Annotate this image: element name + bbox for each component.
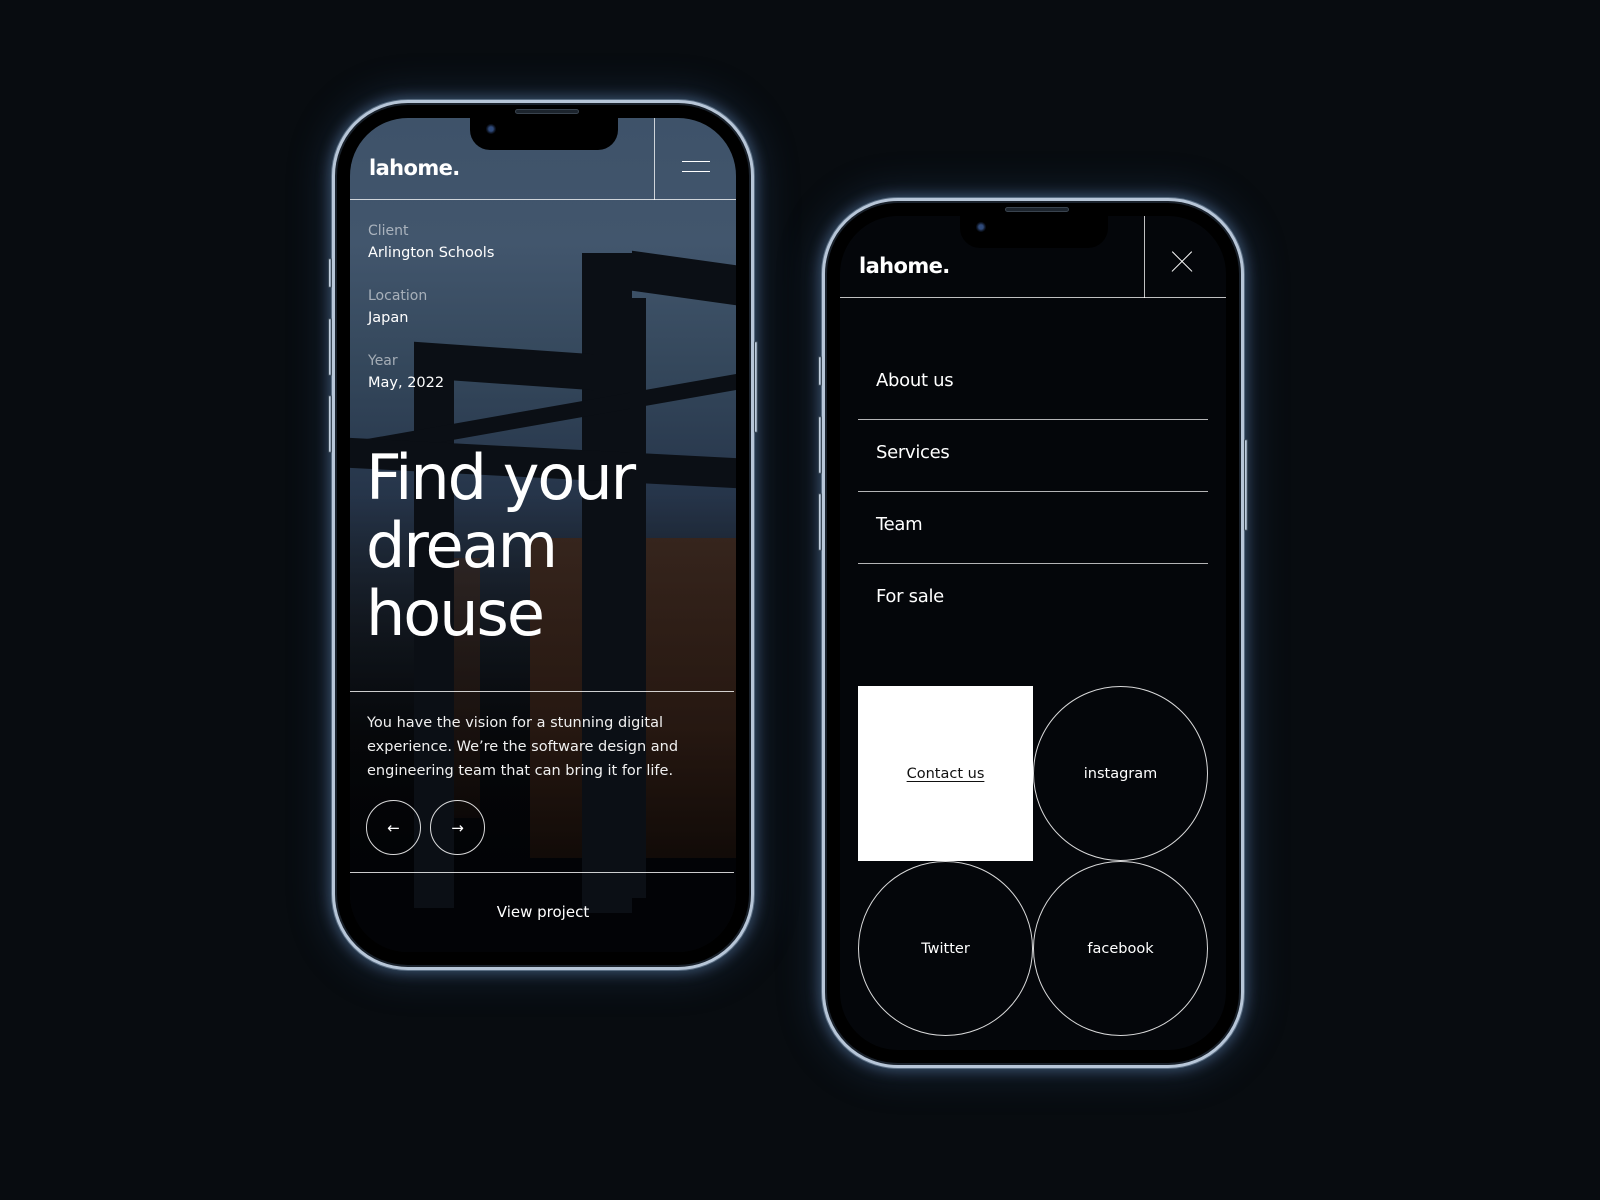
- meta-value: Japan: [368, 310, 409, 326]
- arrow-right-icon: →: [451, 818, 464, 837]
- arrow-left-icon: ←: [387, 818, 400, 837]
- phone-notch: [960, 216, 1108, 248]
- header-divider: [654, 118, 655, 200]
- phone-volume-down-button: [818, 493, 822, 551]
- meta-label: Location: [368, 288, 428, 304]
- hamburger-menu-icon[interactable]: [668, 158, 732, 178]
- meta-location: Location Japan: [368, 288, 427, 326]
- meta-label: Year: [368, 353, 398, 369]
- instagram-link[interactable]: instagram: [1033, 686, 1208, 861]
- nav-item-team[interactable]: Team: [858, 492, 1208, 564]
- section-divider: [350, 872, 734, 873]
- twitter-label: Twitter: [921, 940, 970, 957]
- meta-client: Client Arlington Schools: [368, 223, 494, 261]
- contact-us-button[interactable]: Contact us: [858, 686, 1033, 861]
- meta-label: Client: [368, 223, 409, 239]
- view-project-link[interactable]: View project: [350, 903, 736, 921]
- nav-item-services[interactable]: Services: [858, 420, 1208, 492]
- main-nav: About us Services Team For sale: [858, 348, 1208, 636]
- screen: lahome. Client Arlington Schools Locatio…: [350, 118, 736, 952]
- contact-us-label: Contact us: [906, 765, 985, 782]
- meta-value: Arlington Schools: [368, 245, 495, 261]
- hero-beam: [632, 250, 736, 306]
- phone-volume-up-button: [328, 318, 332, 376]
- twitter-link[interactable]: Twitter: [858, 861, 1033, 1036]
- section-divider: [350, 691, 734, 692]
- next-slide-button[interactable]: →: [430, 800, 485, 855]
- phone-volume-down-button: [328, 395, 332, 453]
- phone-speaker: [1005, 207, 1069, 212]
- phone-menu-screen: lahome. About us Services Team For sale …: [818, 198, 1248, 1068]
- nav-item-about-us[interactable]: About us: [858, 348, 1208, 420]
- instagram-label: instagram: [1083, 765, 1158, 782]
- contact-social-grid: Contact us instagram Twitter facebook: [858, 686, 1208, 1036]
- hero-description: You have the vision for a stunning digit…: [367, 715, 679, 779]
- meta-value: May, 2022: [368, 375, 445, 391]
- brand-logo[interactable]: lahome.: [859, 254, 950, 278]
- front-camera: [486, 124, 496, 134]
- phone-silent-switch: [328, 258, 332, 288]
- meta-year: Year May, 2022: [368, 353, 444, 391]
- phone-power-button: [754, 341, 758, 433]
- close-icon[interactable]: [1170, 250, 1194, 274]
- phone-speaker: [515, 109, 579, 114]
- nav-item-label: Team: [876, 514, 923, 535]
- headline-line: house: [366, 577, 545, 650]
- header-divider: [1144, 216, 1145, 298]
- phone-project-screen: lahome. Client Arlington Schools Locatio…: [328, 100, 758, 970]
- hero-headline: Find your dream house: [366, 441, 636, 650]
- facebook-label: facebook: [1087, 940, 1154, 957]
- front-camera: [976, 222, 986, 232]
- brand-logo[interactable]: lahome.: [369, 156, 460, 180]
- phone-volume-up-button: [818, 416, 822, 474]
- mockup-stage: lahome. Client Arlington Schools Locatio…: [0, 0, 1600, 1200]
- headline-line: Find your: [366, 441, 636, 514]
- phone-silent-switch: [818, 356, 822, 386]
- phone-power-button: [1244, 439, 1248, 531]
- nav-item-label: About us: [876, 370, 954, 391]
- prev-slide-button[interactable]: ←: [366, 800, 421, 855]
- headline-line: dream: [366, 509, 558, 582]
- nav-item-label: For sale: [876, 586, 944, 607]
- facebook-link[interactable]: facebook: [1033, 861, 1208, 1036]
- phone-notch: [470, 118, 618, 150]
- nav-item-label: Services: [876, 442, 950, 463]
- nav-item-for-sale[interactable]: For sale: [858, 564, 1208, 636]
- screen: lahome. About us Services Team For sale …: [840, 216, 1226, 1050]
